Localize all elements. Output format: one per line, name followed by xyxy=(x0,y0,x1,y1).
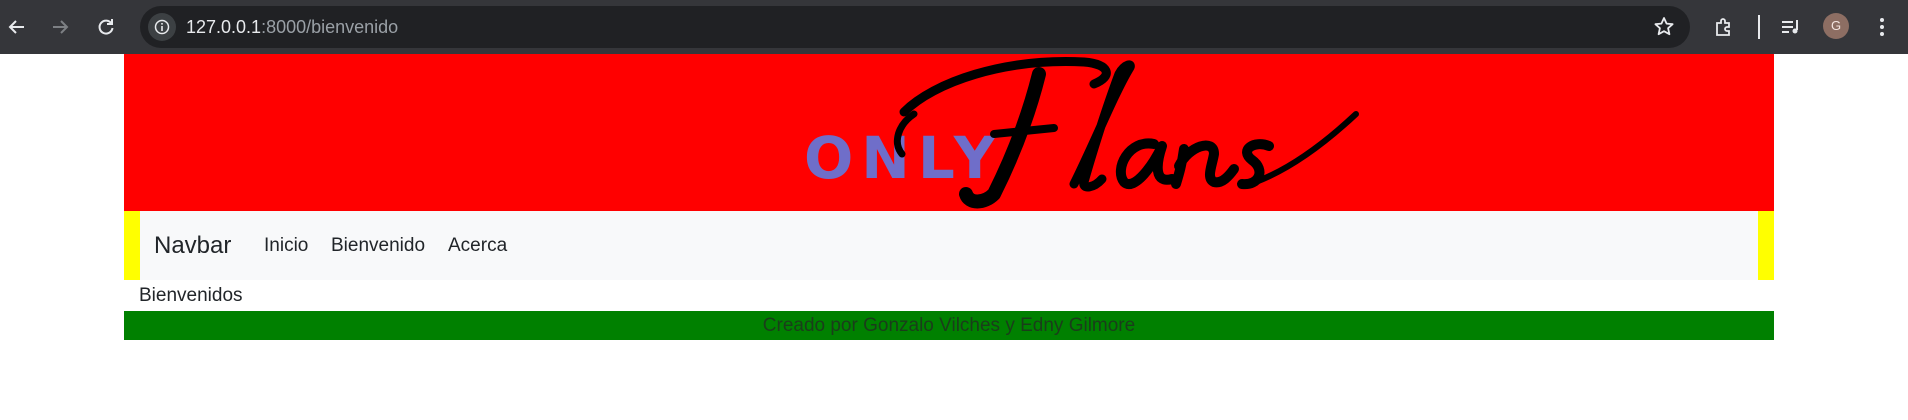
welcome-text: Bienvenidos xyxy=(139,285,243,306)
navbar-brand[interactable]: Navbar xyxy=(154,211,231,280)
extensions-icon[interactable] xyxy=(1710,13,1738,41)
browser-toolbar: 127.0.0.1:8000/bienvenido G xyxy=(0,0,1908,54)
footer: Creado por Gonzalo Vilches y Edny Gilmor… xyxy=(124,311,1774,340)
back-icon[interactable] xyxy=(1,11,33,43)
profile-avatar[interactable]: G xyxy=(1823,13,1849,39)
url-host: 127.0.0.1 xyxy=(186,17,262,37)
menu-icon[interactable] xyxy=(1870,13,1894,41)
nav-link-bienvenido[interactable]: Bienvenido xyxy=(331,211,425,280)
site-logo: ONLY xyxy=(684,54,1364,211)
logo-script-image xyxy=(893,57,1359,209)
toolbar-divider xyxy=(1758,15,1760,39)
reload-icon[interactable] xyxy=(90,11,122,43)
navbar-container: Navbar Inicio Bienvenido Acerca xyxy=(124,211,1774,280)
nav-link-acerca[interactable]: Acerca xyxy=(448,211,507,280)
nav-link-inicio[interactable]: Inicio xyxy=(264,211,308,280)
site-info-icon[interactable] xyxy=(148,13,176,41)
forward-icon[interactable] xyxy=(44,11,76,43)
url-path: :8000/bienvenido xyxy=(261,17,399,37)
navbar: Navbar Inicio Bienvenido Acerca xyxy=(140,211,1758,280)
footer-credits: Creado por Gonzalo Vilches y Edny Gilmor… xyxy=(762,315,1136,336)
bookmark-star-icon[interactable] xyxy=(1652,15,1676,39)
url-text[interactable]: 127.0.0.1:8000/bienvenido xyxy=(186,6,398,48)
header-banner: ONLY xyxy=(124,54,1774,211)
reading-list-icon[interactable] xyxy=(1777,13,1805,41)
address-bar[interactable]: 127.0.0.1:8000/bienvenido xyxy=(140,6,1690,48)
